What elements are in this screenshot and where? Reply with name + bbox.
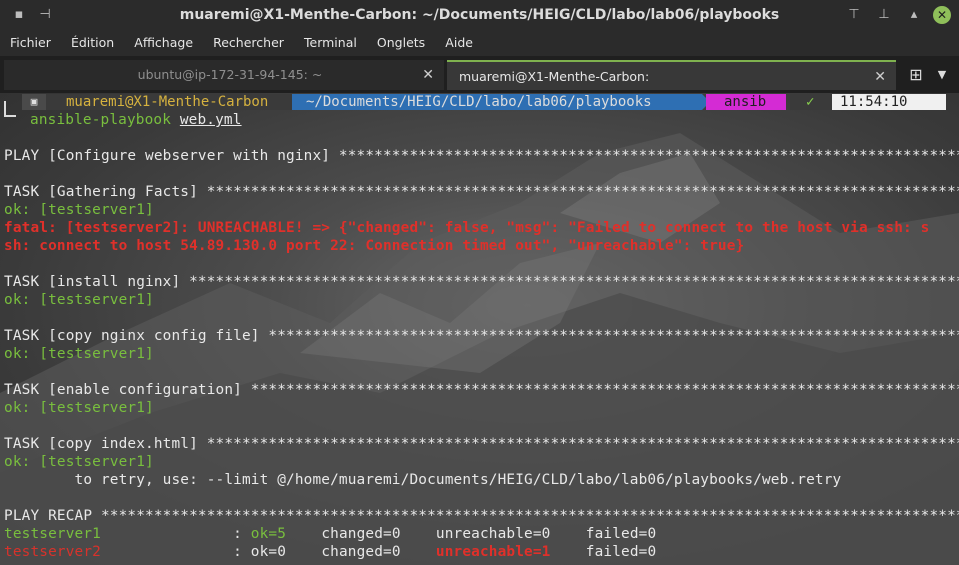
menu-onglets[interactable]: Onglets [363,30,425,56]
recap-unreachable: unreachable=0 [400,526,551,542]
close-tab-icon[interactable]: ✕ [874,62,886,92]
title-bar: ▪ ⊣ muaremi@X1-Menthe-Carbon: ~/Document… [0,0,959,30]
ok-line: ok: [testserver1] [4,400,154,416]
tab-label: ubuntu@ip-172-31-94-145: ~ [137,67,323,82]
fatal-line: fatal: [testserver2]: UNREACHABLE! => {"… [4,220,930,236]
recap-row: testserver1 : ok=5 changed=0 unreachable… [4,525,656,543]
task-gathering-facts: TASK [Gathering Facts] *****************… [4,184,959,200]
ok-line: ok: [testserver1] [4,346,154,362]
prompt-bar: ▣ muaremi@X1-Menthe-Carbon ~/Documents/H… [0,93,959,111]
ok-line: ok: [testserver1] [4,292,154,308]
recap-failed: failed=0 [550,544,657,560]
command-program: ansible-playbook [30,112,172,128]
recap-ok: ok=0 [250,544,287,560]
recap-host: testserver2 [4,544,101,560]
terminal-window: ▪ ⊣ muaremi@X1-Menthe-Carbon: ~/Document… [0,0,959,565]
prompt-time: 11:54:10 [832,94,946,110]
close-window-button[interactable]: ✕ [933,6,951,24]
recap-changed: changed=0 [286,544,401,560]
recap-failed: failed=0 [550,526,657,542]
tab-ubuntu[interactable]: ubuntu@ip-172-31-94-145: ~ ✕ [4,60,444,90]
tab-bar: ubuntu@ip-172-31-94-145: ~ ✕ muaremi@X1-… [0,56,959,114]
tab-muaremi[interactable]: muaremi@X1-Menthe-Carbon: ~/Documents/HE… [447,60,896,114]
task-copy-nginx-config: TASK [copy nginx config file] **********… [4,328,959,344]
recap-host: testserver1 [4,526,101,542]
maximize-icon[interactable]: ▴ [905,6,923,24]
recap-unreachable: unreachable=1 [400,544,551,560]
recap-changed: changed=0 [286,526,401,542]
task-copy-index: TASK [copy index.html] *****************… [4,436,959,452]
menu-aide[interactable]: Aide [431,30,473,56]
recap-ok: ok=5 [250,526,287,542]
recap-sep: : [100,544,251,560]
recap-sep: : [100,526,251,542]
ok-line: ok: [testserver1] [4,454,154,470]
command-arg: web.yml [179,112,242,128]
menu-terminal[interactable]: Terminal [290,30,357,56]
menu-affichage[interactable]: Affichage [120,30,193,56]
play-header: PLAY [Configure webserver with nginx] **… [4,148,959,164]
command-line: ansible-playbook web.yml [30,111,242,129]
ok-line: ok: [testserver1] [4,202,154,218]
terminal-output[interactable]: ▣ muaremi@X1-Menthe-Carbon ~/Documents/H… [0,93,959,565]
prompt-corner [4,101,16,117]
close-tab-icon[interactable]: ✕ [422,60,434,90]
minimize-icon[interactable]: ⊤ [845,6,863,24]
menu-edition[interactable]: Édition [57,30,114,56]
prompt-path: ~/Documents/HEIG/CLD/labo/lab06/playbook… [292,94,702,110]
retry-line: to retry, use: --limit @/home/muaremi/Do… [4,472,842,488]
prompt-user-host: muaremi@X1-Menthe-Carbon [46,94,292,110]
menu-rechercher[interactable]: Rechercher [199,30,284,56]
window-title: muaremi@X1-Menthe-Carbon: ~/Documents/HE… [179,7,780,23]
prompt-status: ✓ [790,94,832,110]
fatal-line-cont: sh: connect to host 54.89.130.0 port 22:… [4,238,745,254]
recap-row: testserver2 : ok=0 changed=0 unreachable… [4,543,656,561]
task-install-nginx: TASK [install nginx] *******************… [4,274,959,290]
play-recap: PLAY RECAP *****************************… [4,508,959,524]
new-tab-icon[interactable]: ⊞ [907,66,925,84]
os-icon: ▣ [22,94,46,110]
prompt-git-branch: ansib [706,94,786,110]
restore-icon[interactable]: ⊥ [875,6,893,24]
menu-fichier[interactable]: Fichier [0,30,51,56]
task-enable-configuration: TASK [enable configuration] ************… [4,382,959,398]
menu-bar: Fichier Édition Affichage Rechercher Ter… [0,30,959,56]
chevron-down-icon[interactable]: ▼ [933,66,951,84]
